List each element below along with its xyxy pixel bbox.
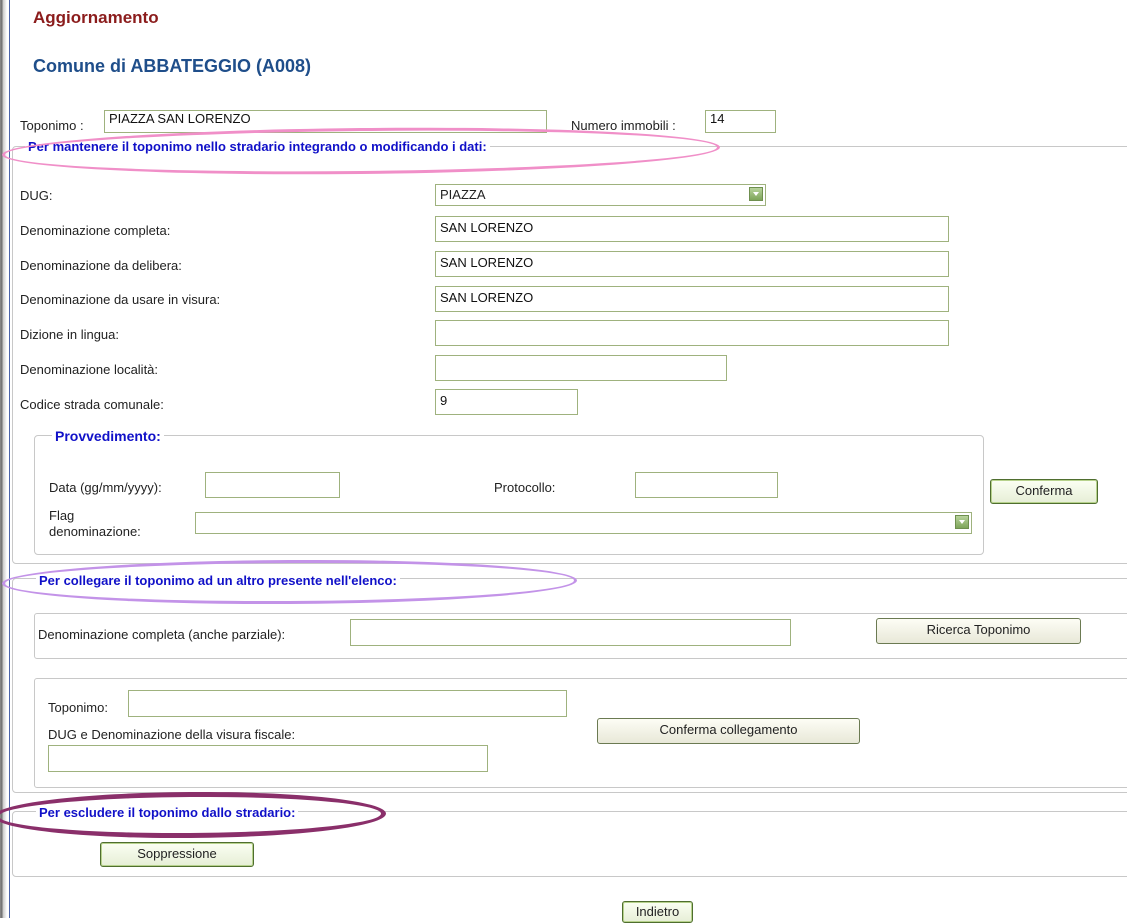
ricerca-toponimo-button[interactable]: Ricerca Toponimo xyxy=(876,618,1081,644)
link-toponimo-label: Toponimo: xyxy=(48,700,108,715)
den-delibera-field[interactable]: SAN LORENZO xyxy=(435,251,949,277)
search-field[interactable] xyxy=(350,619,791,646)
provvedimento-legend: Provvedimento: xyxy=(52,428,164,444)
protocollo-field[interactable] xyxy=(635,472,778,498)
dug-visura-label: DUG e Denominazione della visura fiscale… xyxy=(48,727,296,742)
chevron-down-icon[interactable] xyxy=(749,187,763,201)
link-section-legend: Per collegare il toponimo ad un altro pr… xyxy=(36,573,400,588)
data-label: Data (gg/mm/yyyy): xyxy=(49,480,162,495)
numero-immobili-label: Numero immobili : xyxy=(571,118,676,133)
data-field[interactable] xyxy=(205,472,340,498)
den-visura-label: Denominazione da usare in visura: xyxy=(20,292,221,307)
conferma-collegamento-button[interactable]: Conferma collegamento xyxy=(597,718,860,744)
localita-field[interactable] xyxy=(435,355,727,381)
codice-label: Codice strada comunale: xyxy=(20,397,164,412)
conferma-button[interactable]: Conferma xyxy=(990,479,1098,504)
link-toponimo-field[interactable] xyxy=(128,690,567,717)
numero-immobili-field[interactable]: 14 xyxy=(705,110,776,133)
provvedimento-section xyxy=(34,435,984,555)
codice-field[interactable]: 9 xyxy=(435,389,578,415)
comune-title: Comune di ABBATEGGIO (A008) xyxy=(33,56,312,76)
flag-denominazione-select[interactable] xyxy=(195,512,972,534)
window-left-border xyxy=(0,0,12,918)
page-title: Aggiornamento xyxy=(33,8,159,27)
den-visura-field[interactable]: SAN LORENZO xyxy=(435,286,949,312)
toponimo-field[interactable]: PIAZZA SAN LORENZO xyxy=(104,110,547,133)
maintain-section-legend: Per mantenere il toponimo nello stradari… xyxy=(25,139,490,154)
soppressione-button[interactable]: Soppressione xyxy=(100,842,254,867)
flag-label-line2: denominazione: xyxy=(49,524,141,539)
den-completa-field[interactable]: SAN LORENZO xyxy=(435,216,949,242)
dug-label: DUG: xyxy=(20,188,53,203)
flag-label-line1: Flag xyxy=(49,508,75,523)
indietro-button[interactable]: Indietro xyxy=(622,901,693,923)
chevron-down-icon[interactable] xyxy=(955,515,969,529)
localita-label: Denominazione località: xyxy=(20,362,159,377)
toponimo-label: Toponimo : xyxy=(20,118,84,133)
flag-label: Flag denominazione: xyxy=(49,508,141,540)
dug-select-value: PIAZZA xyxy=(440,187,486,202)
den-delibera-label: Denominazione da delibera: xyxy=(20,258,182,273)
exclude-section-legend: Per escludere il toponimo dallo stradari… xyxy=(36,805,299,820)
protocollo-label: Protocollo: xyxy=(494,480,556,495)
search-label: Denominazione completa (anche parziale): xyxy=(38,627,286,642)
dizione-field[interactable] xyxy=(435,320,949,346)
dug-select[interactable]: PIAZZA xyxy=(435,184,766,206)
dug-visura-field[interactable] xyxy=(48,745,488,772)
dizione-label: Dizione in lingua: xyxy=(20,327,120,342)
den-completa-label: Denominazione completa: xyxy=(20,223,171,238)
